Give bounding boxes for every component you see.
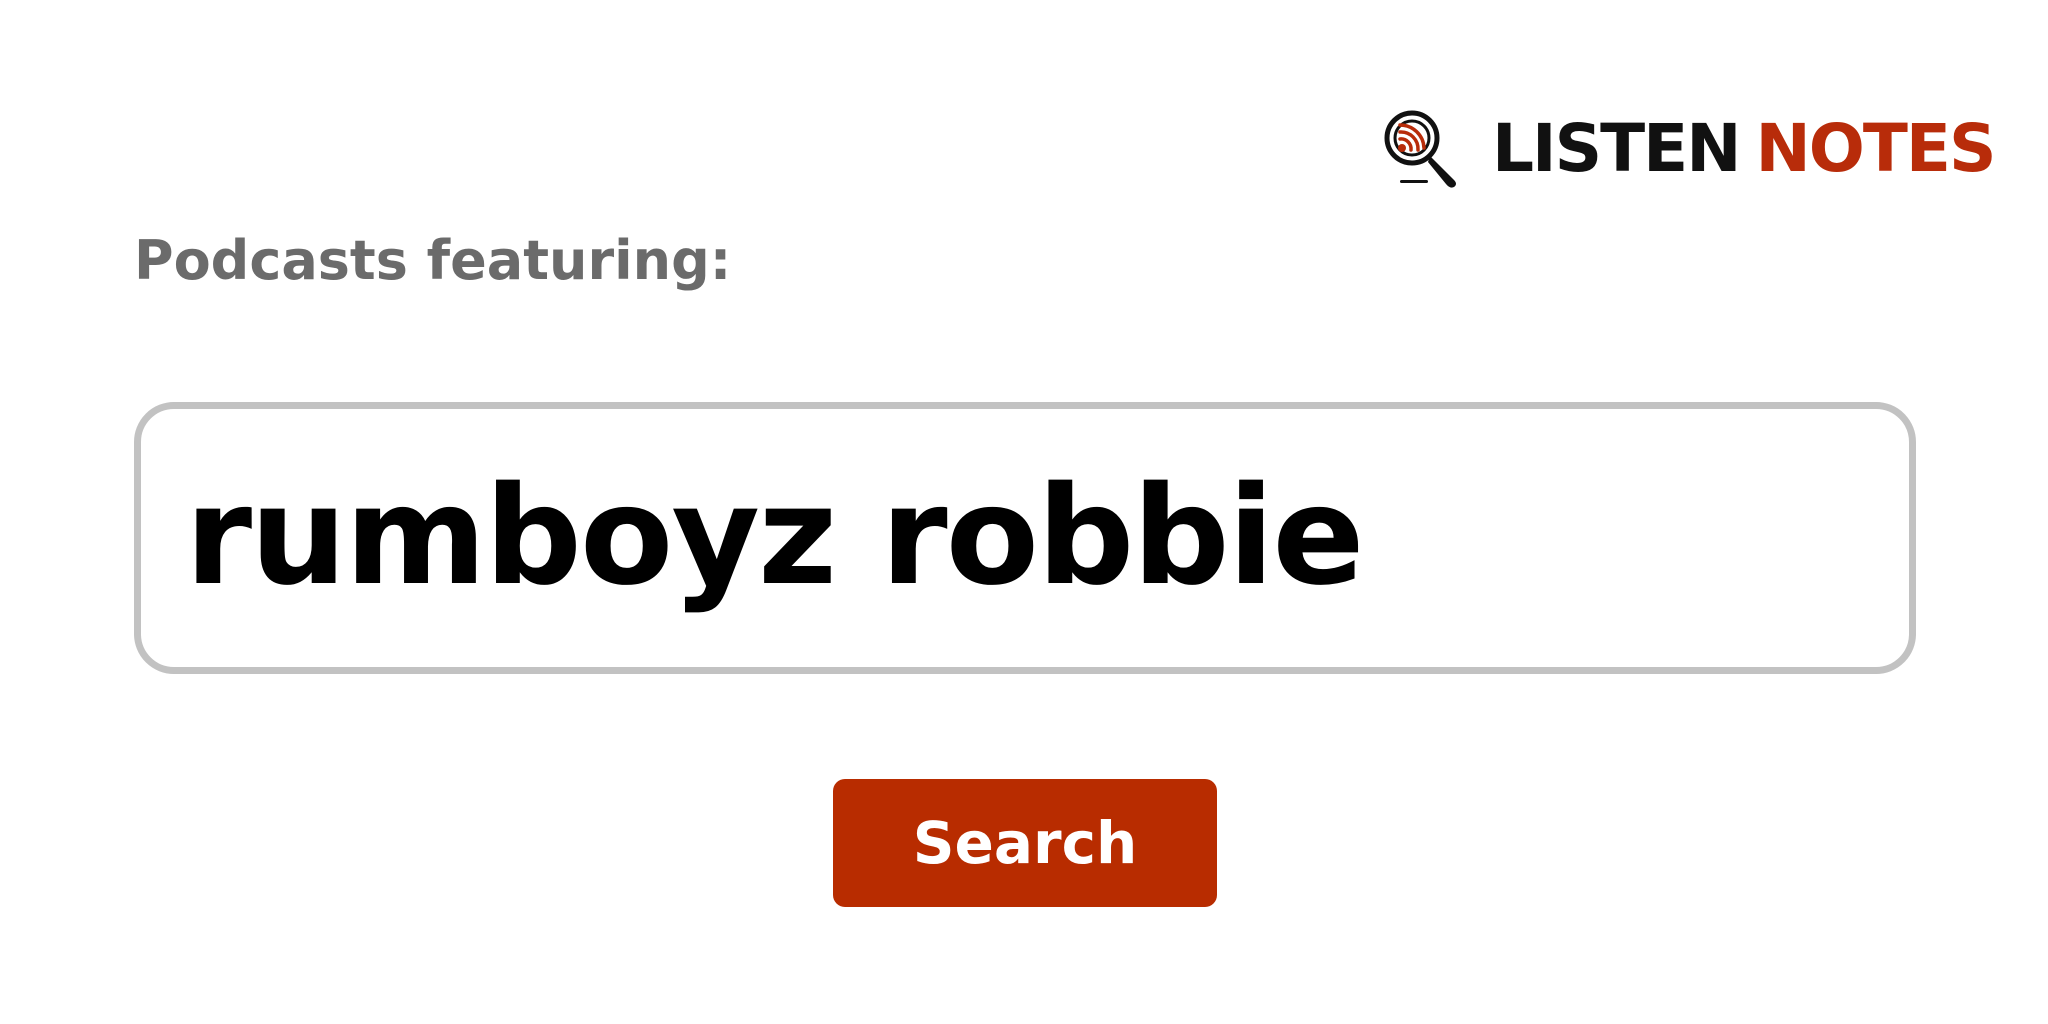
search-box[interactable]	[134, 402, 1916, 674]
page: LISTENNOTES Podcasts featuring: Search	[0, 0, 2048, 1024]
logo-word-listen: LISTEN	[1492, 110, 1741, 187]
search-button[interactable]: Search	[833, 779, 1217, 907]
logo-word-notes: NOTES	[1755, 110, 1997, 187]
logo-wordmark: LISTEN NOTES	[1492, 116, 1996, 182]
search-input[interactable]	[185, 456, 1909, 620]
podcasts-featuring-label: Podcasts featuring:	[134, 229, 732, 292]
listen-notes-logo[interactable]: LISTEN NOTES	[1380, 104, 1996, 194]
magnifier-podcast-icon	[1384, 110, 1456, 188]
